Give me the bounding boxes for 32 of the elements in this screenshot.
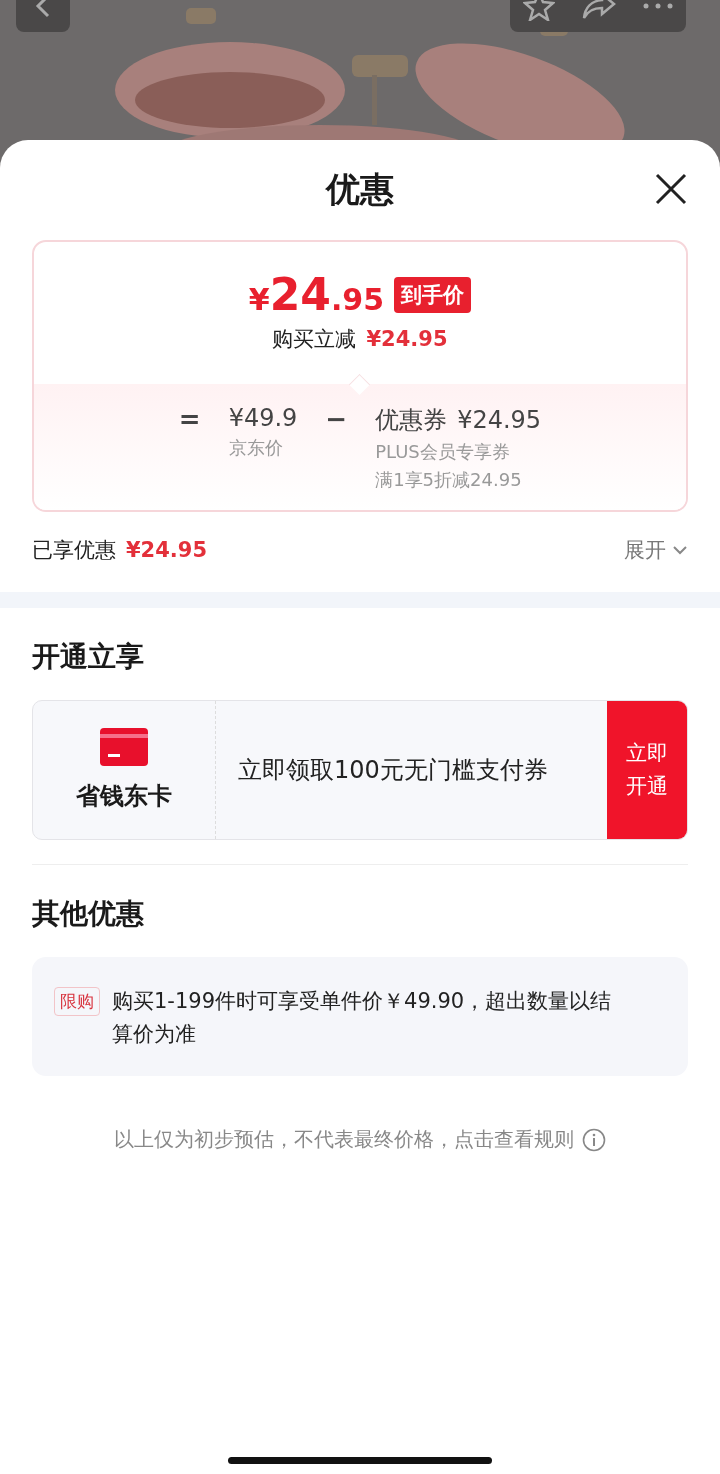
coupon-detail: PLUS会员专享券 (375, 440, 511, 464)
back-icon[interactable] (34, 0, 52, 18)
footnote[interactable]: 以上仅为初步预估，不代表最终价格，点击查看规则 (114, 1126, 574, 1154)
card-name: 省钱东卡 (76, 781, 172, 812)
enjoyed-value: ¥24.95 (126, 538, 208, 562)
minus-sign: − (325, 404, 348, 436)
expand-button[interactable]: 展开 (624, 536, 688, 564)
price-tag: 到手价 (394, 277, 472, 313)
sheet-title: 优惠 (326, 168, 394, 211)
section-title: 开通立享 (32, 639, 145, 675)
offer-text: 立即领取100元无门槛支付券 (237, 755, 549, 786)
share-icon[interactable] (582, 0, 616, 20)
star-icon[interactable] (523, 0, 556, 21)
section-title: 其他优惠 (32, 896, 145, 932)
coupon-detail: 满1享5折减24.95 (375, 468, 523, 492)
base-price-label: 京东价 (228, 436, 284, 460)
reduction-label: 购买立减 (272, 326, 357, 353)
coupon-value: ¥24.95 (457, 406, 542, 434)
info-icon[interactable] (582, 1127, 606, 1152)
close-icon[interactable] (654, 172, 688, 206)
final-price: ¥24.95 (248, 273, 385, 317)
base-price: ¥49.9 (228, 404, 298, 432)
card-icon (100, 728, 148, 766)
more-icon[interactable] (642, 3, 673, 9)
coupon-name: 优惠券 (375, 405, 448, 436)
enjoyed-label: 已享优惠 (32, 537, 116, 564)
reduction-value: ¥24.95 (366, 327, 448, 351)
chevron-down-icon (672, 545, 688, 555)
equals-sign: = (178, 404, 201, 436)
limit-tag: 限购 (54, 987, 100, 1016)
activate-button[interactable]: 立即开通 (607, 701, 687, 839)
promo-text: 购买1-199件时可享受单件价￥49.90，超出数量以结算价为准 (112, 988, 613, 1048)
